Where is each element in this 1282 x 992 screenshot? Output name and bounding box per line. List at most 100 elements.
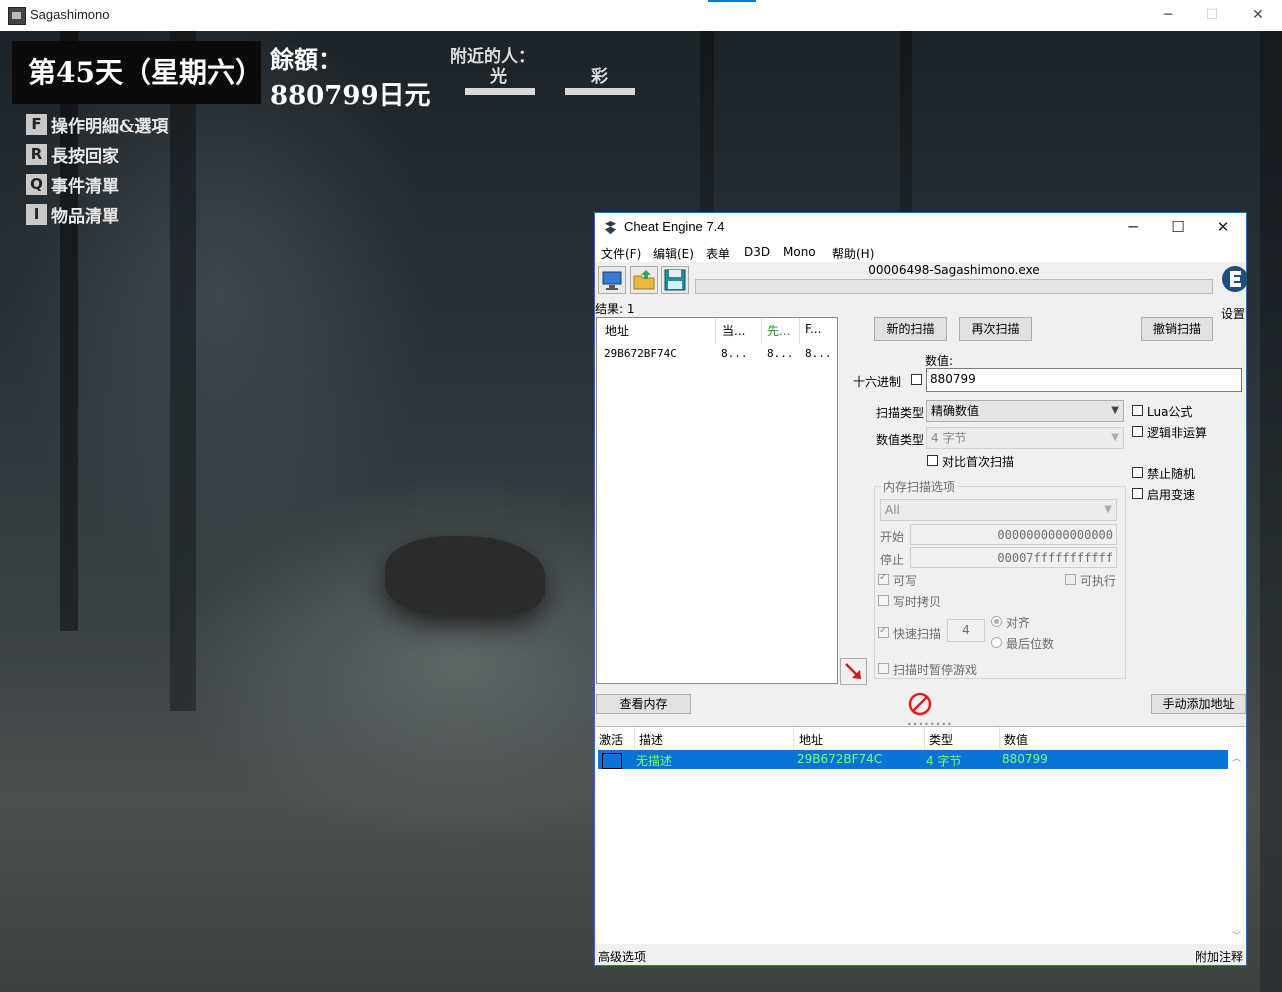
executable-checkbox[interactable]: [1065, 574, 1076, 585]
add-to-list-button[interactable]: [840, 658, 867, 685]
table-row[interactable]: 无描述 29B672BF74C 4 字节 880799: [598, 750, 1228, 769]
stop-label: 停止: [880, 553, 905, 567]
result-previous: 8...: [767, 347, 794, 360]
advanced-options-link[interactable]: 高级选项: [598, 948, 646, 965]
key-cap: Q: [26, 174, 47, 195]
value-type-select[interactable]: 4 字节 ▼: [926, 427, 1124, 449]
open-file-button[interactable]: [630, 266, 658, 294]
writable-label: 可写: [893, 574, 918, 588]
memory-region-value: All: [885, 503, 900, 517]
hint-text: 事件清單: [51, 177, 119, 197]
next-scan-button[interactable]: 再次扫描: [959, 317, 1032, 341]
address-list-table[interactable]: 激活 描述 地址 类型 数值 无描述 29B672BF74C 4 字节 8807…: [596, 726, 1246, 944]
save-button[interactable]: [661, 266, 689, 294]
tree-trunk: [1260, 31, 1282, 992]
value-input[interactable]: 880799: [926, 368, 1242, 392]
value-label: 数值:: [925, 354, 954, 368]
table-extras-link[interactable]: 附加注释: [1195, 948, 1243, 965]
computer-icon: [602, 271, 622, 290]
new-scan-button[interactable]: 新的扫描: [874, 317, 947, 341]
col-current[interactable]: 当...: [722, 322, 745, 339]
key-cap: R: [26, 144, 47, 165]
view-memory-button[interactable]: 查看内存: [596, 694, 691, 714]
col-address[interactable]: 地址: [799, 731, 823, 748]
lua-formula-checkbox[interactable]: [1132, 405, 1143, 416]
writable-checkbox[interactable]: [878, 572, 889, 585]
col-first[interactable]: F...: [805, 322, 821, 336]
col-previous[interactable]: 先...: [767, 322, 790, 339]
menu-d3d[interactable]: D3D: [744, 245, 770, 259]
column-divider: [715, 318, 716, 344]
day-display: 第45天（星期六）: [12, 41, 263, 104]
chevron-up-icon[interactable]: ︿: [1232, 751, 1241, 764]
alignment-radio[interactable]: [991, 616, 1002, 627]
active-checkbox[interactable]: [602, 753, 622, 769]
compare-first-checkbox[interactable]: [927, 455, 938, 466]
scan-results-list[interactable]: 地址 当... 先... F... 29B672BF74C 8... 8... …: [596, 317, 838, 684]
settings-link[interactable]: 设置: [1221, 305, 1245, 322]
chevron-down-icon: ▼: [1111, 405, 1119, 416]
logical-not-label: 逻辑非运算: [1147, 426, 1208, 440]
ce-maximize-button[interactable]: ☐: [1156, 215, 1200, 239]
col-address[interactable]: 地址: [605, 322, 629, 339]
floppy-disk-icon: [664, 269, 686, 291]
game-window-title: Sagashimono: [30, 7, 110, 22]
prohibit-icon: [908, 692, 932, 716]
chevron-down-icon: ▼: [1104, 504, 1112, 515]
start-label: 开始: [880, 530, 905, 544]
chevron-down-icon[interactable]: ﹀: [1232, 929, 1241, 942]
game-close-button[interactable]: ✕: [1238, 4, 1278, 26]
logical-not-checkbox[interactable]: [1132, 426, 1143, 437]
row-value: 880799: [1002, 752, 1048, 766]
open-process-button[interactable]: [598, 266, 626, 294]
scan-type-select[interactable]: 精确数值 ▼: [926, 400, 1124, 422]
col-description[interactable]: 描述: [639, 731, 663, 748]
hint-controls: F 操作明細&選項: [26, 112, 169, 137]
stop-scan-button[interactable]: [907, 691, 933, 717]
pause-game-checkbox[interactable]: [878, 663, 889, 674]
hex-checkbox[interactable]: [911, 374, 922, 385]
memory-region-select[interactable]: All ▼: [880, 499, 1117, 521]
column-divider: [999, 727, 1000, 749]
value-type-label: 数值类型: [876, 433, 925, 447]
col-value[interactable]: 数值: [1004, 731, 1028, 748]
settings-logo-icon[interactable]: [1219, 262, 1247, 300]
add-address-manually-button[interactable]: 手动添加地址: [1151, 694, 1246, 714]
menu-file[interactable]: 文件(F): [601, 245, 641, 262]
menu-help[interactable]: 帮助(H): [832, 245, 874, 262]
nearby-person: 彩: [591, 67, 608, 87]
fast-scan-label: 快速扫描: [893, 627, 942, 641]
col-active[interactable]: 激活: [599, 731, 623, 748]
result-current: 8...: [721, 347, 748, 360]
results-count: 结果: 1: [595, 302, 635, 316]
cheat-engine-icon: [604, 220, 617, 235]
game-maximize-button[interactable]: ☐: [1192, 4, 1232, 26]
col-type[interactable]: 类型: [929, 731, 953, 748]
scan-type-label: 扫描类型: [876, 406, 925, 420]
hint-text: 長按回家: [51, 147, 119, 167]
fast-scan-checkbox[interactable]: [878, 625, 889, 638]
copy-on-write-checkbox[interactable]: [878, 595, 889, 606]
last-digits-radio[interactable]: [991, 637, 1002, 648]
result-row[interactable]: 29B672BF74C 8... 8... 8...: [597, 345, 837, 363]
menu-table[interactable]: 表单: [706, 245, 730, 262]
menu-edit[interactable]: 编辑(E): [653, 245, 694, 262]
ce-close-button[interactable]: ✕: [1201, 215, 1245, 239]
ce-window-title: Cheat Engine 7.4: [624, 219, 725, 234]
game-minimize-button[interactable]: ─: [1148, 4, 1188, 26]
taskbar-indicator: [708, 0, 756, 2]
stop-address-input[interactable]: 00007fffffffffff: [910, 547, 1117, 568]
undo-scan-button[interactable]: 撤销扫描: [1141, 317, 1213, 341]
no-random-checkbox[interactable]: [1132, 467, 1143, 478]
key-cap: F: [26, 114, 47, 135]
fast-scan-input[interactable]: 4: [947, 619, 985, 642]
vertical-scrollbar[interactable]: ︿ ﹀: [1230, 749, 1244, 944]
start-address-input[interactable]: 0000000000000000: [910, 524, 1117, 545]
hint-text: 操作明細&選項: [51, 117, 169, 137]
result-first: 8...: [805, 347, 832, 360]
last-digits-label: 最后位数: [1006, 637, 1055, 651]
speedhack-checkbox[interactable]: [1132, 488, 1143, 499]
row-type: 4 字节: [926, 754, 962, 768]
ce-minimize-button[interactable]: ─: [1111, 215, 1155, 239]
menu-mono[interactable]: Mono: [783, 245, 816, 259]
